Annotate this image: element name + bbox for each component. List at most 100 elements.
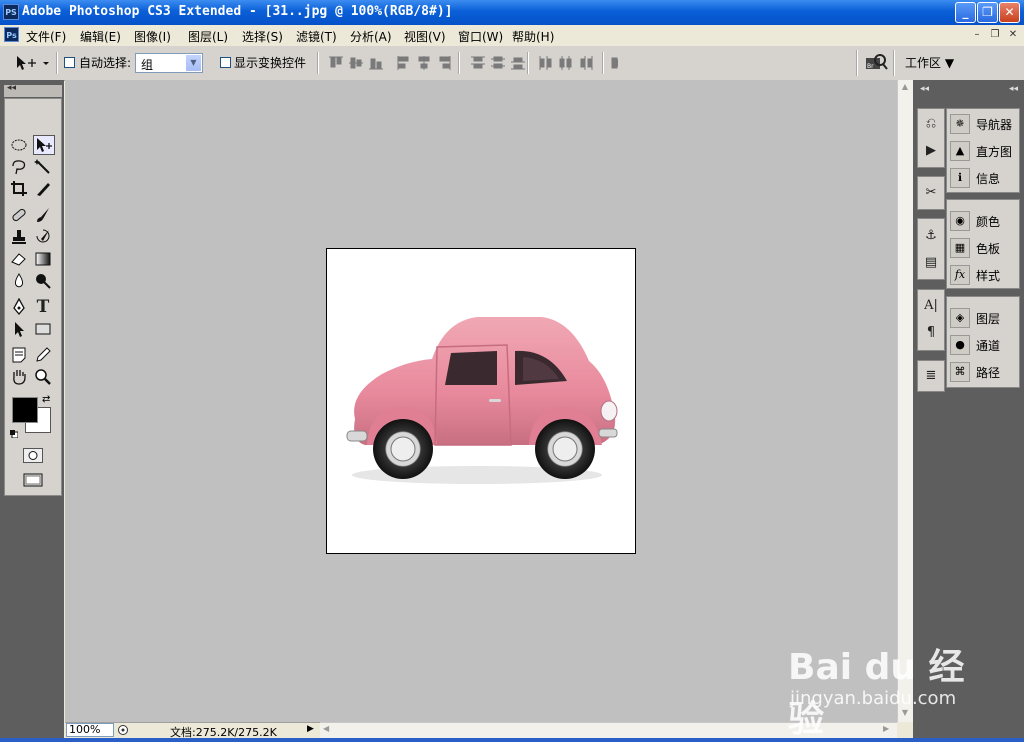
navigator-panel-tab[interactable]: ✵ 导航器 (948, 112, 1022, 136)
history-brush-tool-icon[interactable] (34, 228, 52, 246)
type-tool-icon[interactable]: T (34, 298, 52, 316)
clone-stamp-tool-icon[interactable] (10, 228, 28, 246)
pink-car-image (346, 317, 618, 484)
paragraph-icon[interactable]: ¶ (921, 323, 941, 343)
panel-label: 信息 (976, 172, 1001, 186)
move-tool-icon[interactable] (33, 135, 55, 155)
maximize-button[interactable]: ❐ (977, 2, 998, 23)
channels-icon: ● (950, 335, 970, 355)
layers-icon: ◈ (950, 308, 970, 328)
doc-close-button[interactable]: ✕ (1006, 28, 1020, 42)
history-icon[interactable]: ⎌ (921, 114, 941, 134)
minimize-button[interactable]: _ (955, 2, 976, 23)
align-right-icon (439, 56, 451, 70)
auto-select-value: 组 (141, 58, 154, 72)
workspace-menu-button[interactable]: 工作区 ▼ (905, 54, 954, 71)
clone-source-icon[interactable]: ⚓ (921, 226, 941, 246)
blur-tool-icon[interactable] (10, 272, 28, 290)
screen-mode-icon[interactable] (23, 472, 47, 488)
options-separator (458, 52, 460, 74)
menu-layer[interactable]: 图层(L) (188, 28, 228, 45)
close-button[interactable]: ✕ (999, 2, 1020, 23)
vertical-scrollbar[interactable] (897, 80, 914, 722)
foreground-color-swatch[interactable] (12, 397, 38, 423)
menu-window[interactable]: 窗口(W) (458, 28, 503, 45)
crop-tool-icon[interactable] (10, 180, 28, 198)
scroll-left-icon[interactable]: ◀ (323, 724, 335, 736)
doc-minimize-button[interactable]: – (970, 28, 984, 42)
toolbox-header[interactable]: ◂◂ (4, 83, 62, 97)
animation-icon[interactable]: ≣ (921, 366, 941, 386)
document-canvas[interactable] (326, 248, 636, 554)
scroll-up-icon[interactable]: ▲ (899, 82, 911, 94)
magic-wand-tool-icon[interactable] (34, 158, 52, 176)
brush-tool-icon[interactable] (34, 206, 52, 224)
path-selection-tool-icon[interactable] (10, 320, 28, 338)
document-icon[interactable]: Ps (4, 27, 19, 42)
menu-filter[interactable]: 滤镜(T) (296, 28, 337, 45)
distribute-vcenter-icon (491, 56, 505, 69)
healing-brush-tool-icon[interactable] (10, 206, 28, 224)
menu-edit[interactable]: 编辑(E) (80, 28, 121, 45)
align-left-icon (397, 56, 409, 70)
menu-analysis[interactable]: 分析(A) (350, 28, 392, 45)
quick-mask-icon[interactable] (23, 448, 43, 463)
pen-tool-icon[interactable] (10, 297, 28, 316)
status-options-icon[interactable] (117, 724, 129, 736)
color-panel-tab[interactable]: ◉ 颜色 (948, 209, 1022, 233)
color-icon: ◉ (950, 211, 970, 231)
auto-select-checkbox[interactable] (64, 57, 75, 68)
styles-panel-tab[interactable]: fx 样式 (948, 263, 1022, 287)
collapse-icon[interactable]: ◂◂ (920, 84, 929, 94)
show-transform-checkbox[interactable] (220, 57, 231, 68)
distribute-bottom-icon (511, 57, 525, 70)
lasso-tool-icon[interactable] (10, 158, 28, 176)
collapse-icon[interactable]: ◂◂ (7, 83, 16, 93)
auto-select-dropdown[interactable]: 组 ▼ (135, 53, 203, 73)
hand-tool-icon[interactable] (10, 368, 28, 386)
status-menu-arrow-icon[interactable]: ▶ (307, 724, 314, 734)
character-icon[interactable]: A| (921, 296, 941, 316)
window-title: Adobe Photoshop CS3 Extended - [31..jpg … (22, 4, 453, 19)
histogram-panel-tab[interactable]: ▲ 直方图 (948, 139, 1022, 163)
doc-restore-button[interactable]: ❐ (988, 28, 1002, 42)
channels-panel-tab[interactable]: ● 通道 (948, 333, 1022, 357)
align-hcenter-icon (418, 56, 430, 70)
move-tool-preset-picker[interactable] (14, 54, 50, 72)
layer-comps-icon[interactable]: ▤ (921, 253, 941, 273)
svg-text:Br: Br (867, 63, 874, 70)
default-colors-icon[interactable] (10, 427, 19, 439)
zoom-level-field[interactable]: 100% (66, 723, 114, 737)
tool-presets-icon[interactable]: ✂ (921, 183, 941, 203)
paths-panel-tab[interactable]: ⌘ 路径 (948, 360, 1022, 384)
menu-view[interactable]: 视图(V) (404, 28, 446, 45)
options-separator (56, 52, 58, 74)
eraser-tool-icon[interactable] (10, 250, 28, 268)
menu-image[interactable]: 图像(I) (134, 28, 171, 45)
eyedropper-tool-icon[interactable] (34, 346, 52, 364)
layers-panel-tab[interactable]: ◈ 图层 (948, 306, 1022, 330)
panel-label: 路径 (976, 366, 1001, 380)
swatches-icon: ▦ (950, 238, 970, 258)
swap-colors-icon[interactable]: ⇄ (42, 394, 50, 405)
marquee-tool-icon[interactable] (10, 136, 28, 154)
menu-file[interactable]: 文件(F) (26, 28, 66, 45)
actions-icon[interactable]: ▶ (921, 141, 941, 161)
distribute-hcenter-icon (559, 56, 572, 70)
gradient-tool-icon[interactable] (34, 250, 52, 268)
menu-help[interactable]: 帮助(H) (512, 28, 554, 45)
menu-select[interactable]: 选择(S) (242, 28, 283, 45)
info-icon: ℹ (950, 168, 970, 188)
swatches-panel-tab[interactable]: ▦ 色板 (948, 236, 1022, 260)
bridge-icon[interactable]: Br (864, 53, 888, 73)
shape-tool-icon[interactable] (34, 320, 52, 338)
slice-tool-icon[interactable] (34, 180, 52, 198)
align-vcenter-icon (349, 57, 363, 69)
zoom-tool-icon[interactable] (34, 368, 52, 386)
info-panel-tab[interactable]: ℹ 信息 (948, 166, 1022, 190)
watermark-url: jingyan.baidu.com (790, 688, 957, 709)
dodge-tool-icon[interactable] (34, 272, 52, 290)
notes-tool-icon[interactable] (10, 346, 28, 364)
photoshop-app-icon[interactable]: PS (3, 4, 19, 20)
collapse-icon[interactable]: ◂◂ (1009, 84, 1018, 94)
